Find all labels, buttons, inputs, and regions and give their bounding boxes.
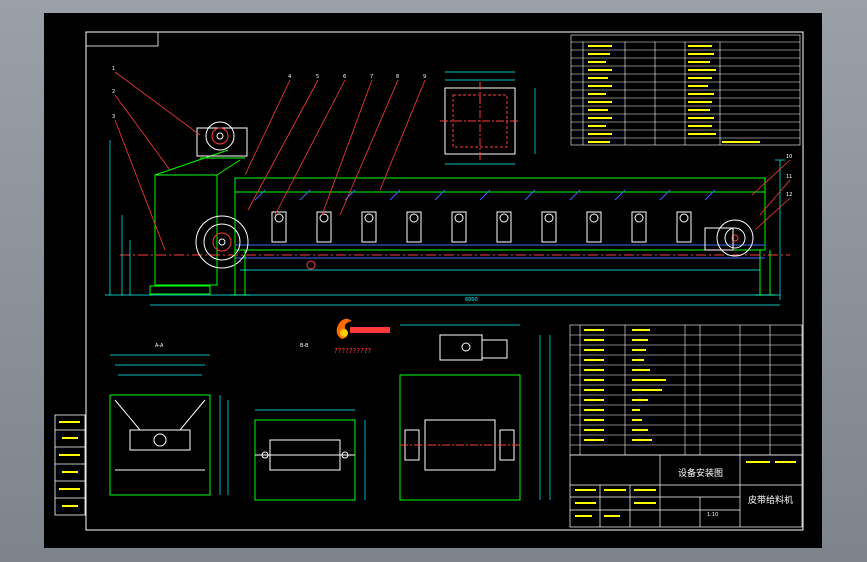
part-number: 8: [396, 74, 399, 80]
part-number: 7: [370, 74, 373, 80]
part-number: 3: [112, 114, 115, 120]
product-name: 皮带给料机: [748, 494, 793, 506]
part-number: 4: [288, 74, 291, 80]
section-a-label: A-A: [155, 343, 164, 349]
overall-length-dimension: 6000: [465, 297, 478, 303]
part-number: 9: [423, 74, 426, 80]
part-number: 6: [343, 74, 346, 80]
cad-drawing-sheet[interactable]: 6000 1 2 3 4 5 6 7 8 9 10 11 12 ????????…: [0, 0, 867, 562]
part-number: 5: [316, 74, 319, 80]
part-number: 11: [786, 174, 792, 180]
section-b-label: B-B: [300, 343, 309, 349]
logo-caption: ??????????: [334, 347, 371, 355]
part-number: 10: [786, 154, 792, 160]
cad-viewport[interactable]: 6000 1 2 3 4 5 6 7 8 9 10 11 12 ????????…: [0, 0, 867, 562]
part-number: 1: [112, 66, 115, 72]
scale-value: 1:10: [707, 512, 718, 518]
part-number: 2: [112, 89, 115, 95]
drawing-title: 设备安装图: [678, 467, 723, 479]
part-number: 12: [786, 192, 792, 198]
